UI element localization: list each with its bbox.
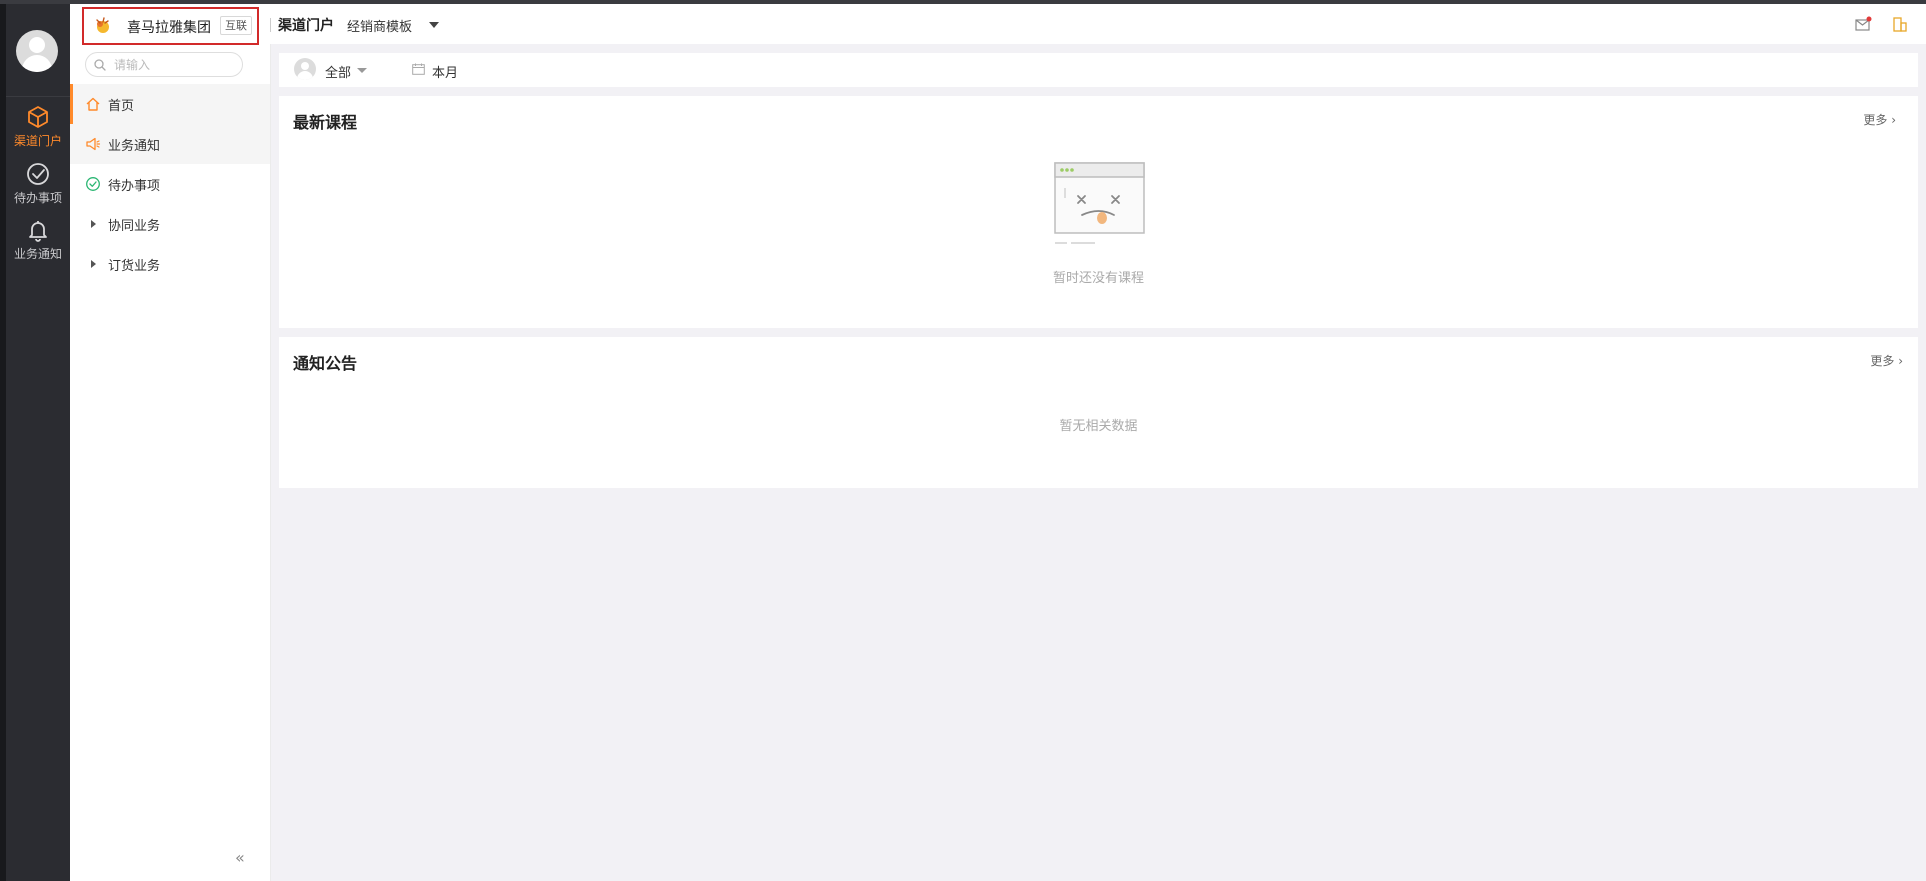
sidebar-item-notifications[interactable]: 业务通知 [70,124,270,164]
sidebar-divider [270,4,271,881]
cube-icon [28,106,48,128]
notices-more-link[interactable]: 更多 › [1870,352,1903,369]
rail-item-label: 渠道门户 [13,134,62,148]
chevron-down-icon[interactable] [357,68,367,73]
rail-item-label: 业务通知 [13,247,62,261]
mail-icon[interactable] [1854,15,1872,33]
sidebar-item-label: 待办事项 [108,179,161,194]
sidebar-item-collaboration[interactable]: 协同业务 [70,204,270,244]
sidebar-search [85,52,243,77]
calendar-icon [412,63,425,75]
notices-empty-text: 暂无相关数据 [1059,419,1138,434]
sidebar-item-label: 协同业务 [108,219,161,234]
sidebar-item-label: 首页 [108,99,135,114]
check-circle-icon [27,163,49,185]
sidebar-item-label: 订货业务 [108,259,161,274]
check-circle-icon [86,177,100,191]
rail-item-channel-portal[interactable]: 渠道门户 [6,104,70,160]
chevron-down-icon [429,22,439,28]
header: 渠道门户 经销商模板 [270,4,1926,44]
avatar-head [301,62,309,70]
courses-more-link[interactable]: 更多 › [1863,111,1896,128]
bell-icon [29,221,47,242]
sidebar-item-todo[interactable]: 待办事项 [70,164,270,204]
avatar-head [29,37,45,53]
courses-empty-text: 暂时还没有课程 [1052,271,1144,286]
period-selector[interactable]: 本月 [432,62,458,81]
building-icon[interactable] [1891,15,1909,33]
scope-avatar [294,58,316,80]
notices-card: 通知公告 更多 › 暂无相关数据 [279,337,1918,488]
rail-item-todo[interactable]: 待办事项 [6,161,70,217]
home-icon [86,97,100,111]
sidebar-item-ordering[interactable]: 订货业务 [70,244,270,284]
page-title: 渠道门户 [278,18,334,34]
empty-state-illustration [1054,162,1145,244]
chevron-right-icon: › [1891,113,1896,127]
speaker-icon [86,137,101,151]
org-logo-icon[interactable] [92,15,112,35]
chevron-right-icon: › [1898,354,1903,368]
rail-item-notifications[interactable]: 业务通知 [6,217,70,273]
org-name[interactable]: 喜马拉雅集团 [127,17,211,37]
scope-selector[interactable]: 全部 [325,62,351,81]
avatar-body [297,71,313,80]
sidebar: 喜马拉雅集团 互联 首页 业务通知 待办事项 协同业务 [70,4,271,881]
avatar[interactable] [16,30,58,72]
template-label: 经销商模板 [347,20,413,35]
filter-bar: 全部 本月 [279,53,1918,87]
more-label: 更多 [1863,113,1888,127]
more-label: 更多 [1870,354,1895,368]
search-icon [94,59,106,71]
caret-right-icon [91,220,96,228]
notices-title: 通知公告 [293,354,358,373]
collapse-sidebar-button[interactable]: « [235,848,245,867]
sidebar-item-home[interactable]: 首页 [70,84,270,124]
rail-divider [6,96,70,97]
caret-right-icon [91,260,96,268]
template-selector[interactable]: 经销商模板 [347,16,439,35]
courses-title: 最新课程 [293,113,358,132]
header-divider [270,18,271,32]
org-tag-button[interactable]: 互联 [220,16,252,35]
rail-item-label: 待办事项 [13,191,62,205]
search-input[interactable] [114,56,236,73]
avatar-body [22,55,52,72]
courses-card: 最新课程 更多 › 暂时还没有课程 [279,96,1918,328]
sidebar-item-label: 业务通知 [108,139,161,154]
app-rail: 渠道门户 待办事项 业务通知 [0,4,70,881]
